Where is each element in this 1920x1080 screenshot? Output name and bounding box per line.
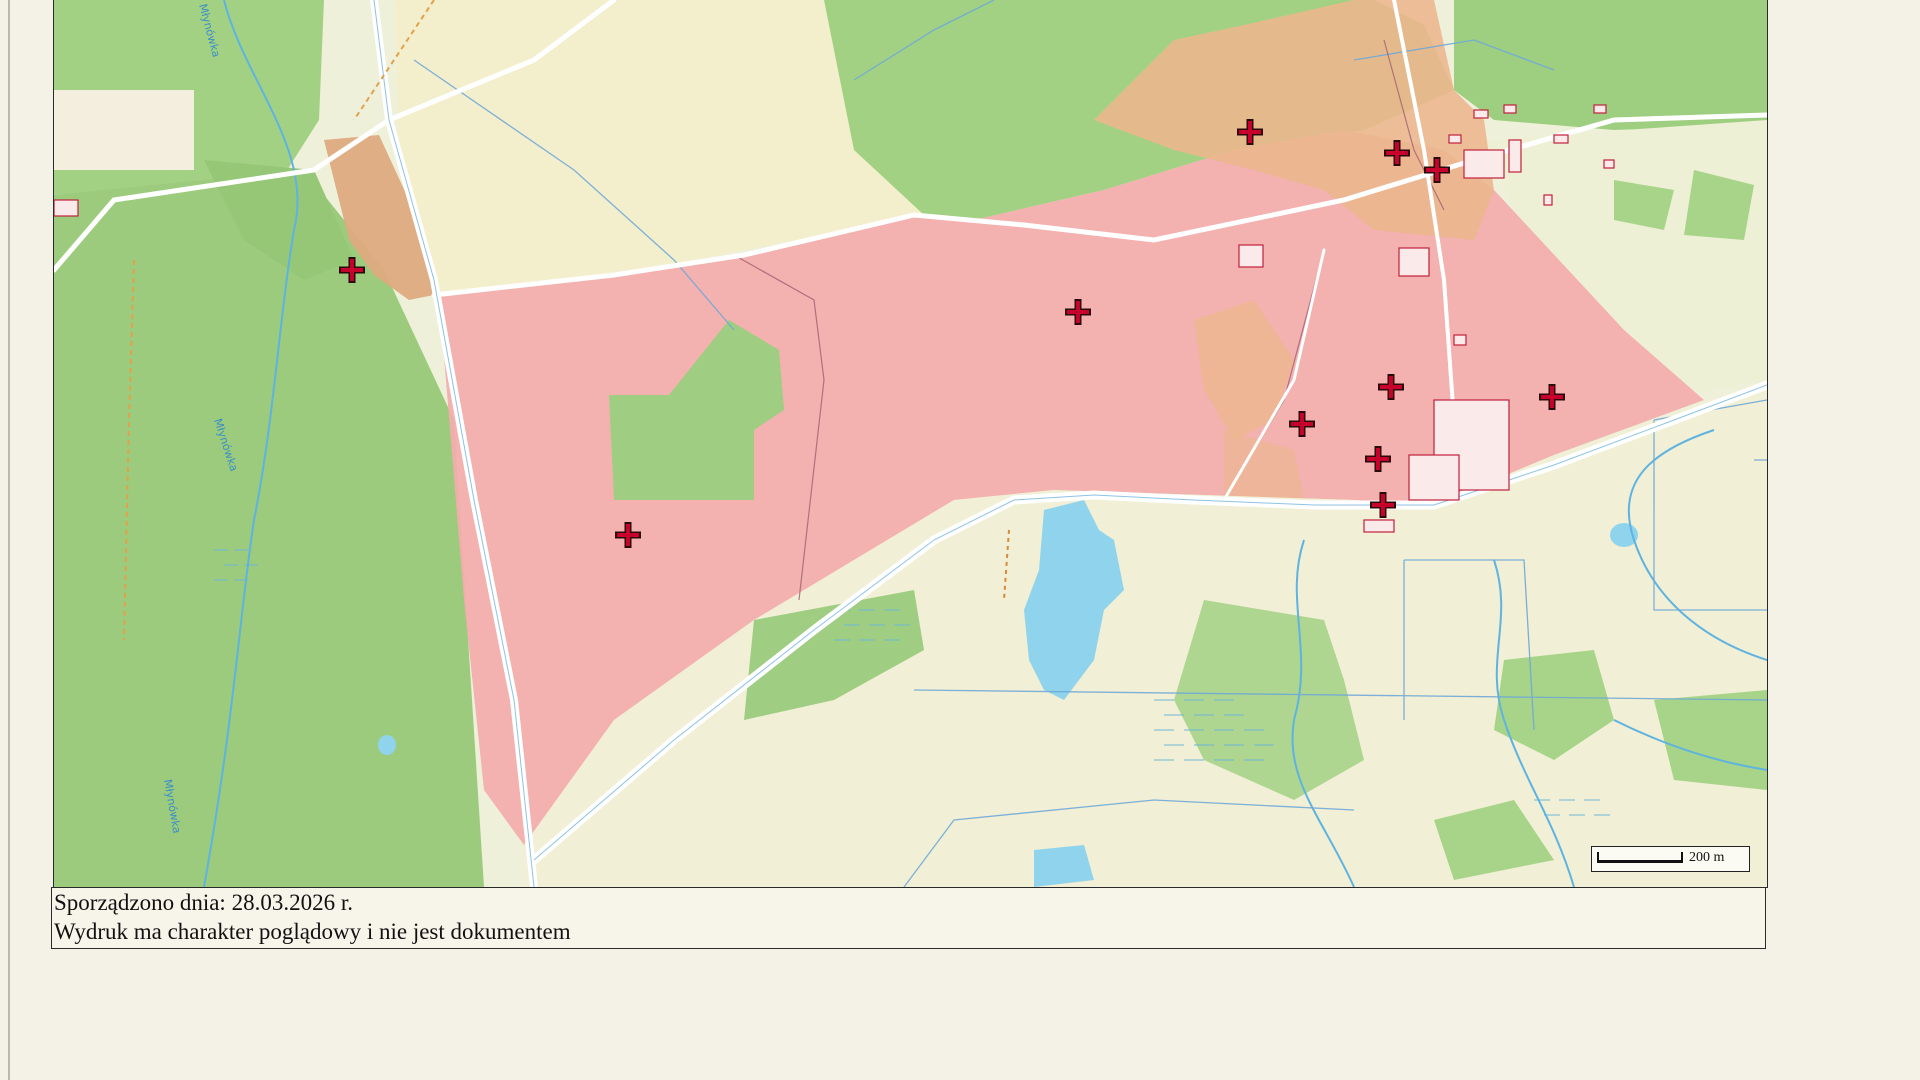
scale-bar-line [1597, 860, 1683, 863]
caption-note: Wydruk ma charakter poglądowy i nie jest… [54, 919, 571, 944]
scan-edge [8, 0, 10, 1080]
forest-northeast [1454, 0, 1767, 130]
map-frame[interactable]: Młynówka Młynówka Młynówka [53, 0, 1768, 888]
caption-date: Sporządzono dnia: 28.03.2026 r. [54, 890, 353, 915]
scale-label: 200 m [1689, 850, 1725, 865]
caption-box: Sporządzono dnia: 28.03.2026 r. Wydruk m… [51, 887, 1766, 949]
scale-bar: 200 m [1591, 846, 1750, 872]
map-canvas[interactable]: Młynówka Młynówka Młynówka [54, 0, 1767, 887]
